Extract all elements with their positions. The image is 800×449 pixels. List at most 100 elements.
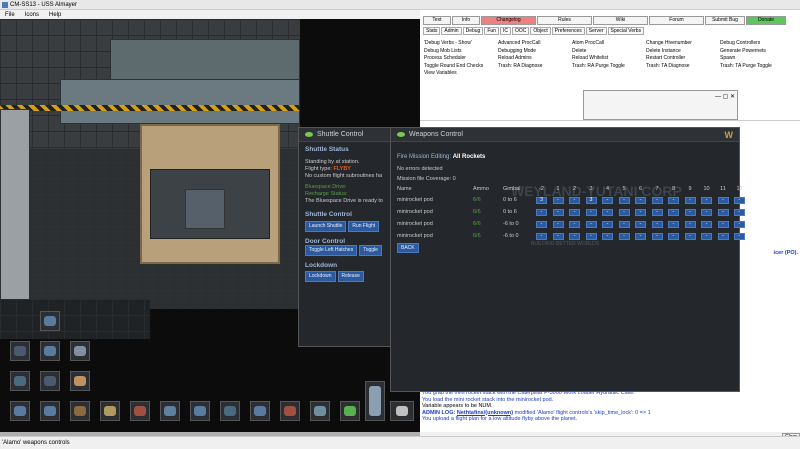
fire-cell[interactable]: -	[602, 221, 613, 228]
fire-cell[interactable]: -	[635, 209, 646, 216]
hud-slot[interactable]	[340, 401, 360, 421]
hud-slot[interactable]	[250, 401, 270, 421]
fire-cell[interactable]: -	[618, 233, 630, 240]
hud-slot[interactable]	[70, 371, 90, 391]
tab-preferences[interactable]: Preferences	[551, 27, 585, 35]
verb-item[interactable]: Delete	[572, 48, 646, 56]
verb-item[interactable]: Process Scheduler	[424, 55, 498, 63]
tab-submit-bug[interactable]: Submit Bug	[705, 16, 745, 25]
fire-cell[interactable]: -	[684, 209, 696, 216]
fire-cell[interactable]: -	[602, 233, 613, 240]
verb-item[interactable]: Trash: RA Purge Toggle	[572, 63, 646, 71]
hud-slot[interactable]	[10, 341, 30, 361]
launch-shuttle-button[interactable]: Launch Shuttle	[305, 221, 347, 232]
tab-info[interactable]: Info	[452, 16, 480, 25]
fire-cell[interactable]: -	[569, 197, 580, 204]
fire-cell[interactable]: -	[717, 233, 729, 240]
hud-slot[interactable]	[40, 311, 60, 331]
fire-cell[interactable]: -	[552, 209, 564, 216]
fire-cell[interactable]: -	[569, 233, 580, 240]
fire-cell[interactable]: -	[684, 197, 696, 204]
menu-icons[interactable]: Icons	[20, 12, 44, 18]
fire-cell[interactable]: -	[701, 209, 712, 216]
fire-cell[interactable]: -	[668, 221, 679, 228]
fire-cell[interactable]: 3	[585, 197, 597, 204]
tab-stats[interactable]: Stats	[423, 27, 441, 35]
fire-cell[interactable]: -	[585, 209, 597, 216]
verb-item[interactable]: Debug Mob Lists	[424, 48, 498, 56]
hud-slot[interactable]	[190, 401, 210, 421]
menu-help[interactable]: Help	[44, 12, 66, 18]
fire-cell[interactable]: -	[602, 209, 613, 216]
fire-cell[interactable]: -	[701, 197, 712, 204]
verb-item[interactable]: Reload Admins	[498, 55, 572, 63]
fire-cell[interactable]: -	[701, 233, 712, 240]
fire-cell[interactable]: -	[684, 233, 696, 240]
weapons-control-header[interactable]: Weapons Control W	[391, 128, 739, 142]
hud-slot[interactable]	[40, 341, 60, 361]
fire-cell[interactable]: -	[585, 221, 597, 228]
fire-cell[interactable]: -	[536, 233, 547, 240]
fire-cell[interactable]: -	[635, 221, 646, 228]
hud-slot[interactable]	[40, 371, 60, 391]
fire-cell[interactable]: -	[734, 197, 745, 204]
hud-slot[interactable]	[280, 401, 300, 421]
tab-rules[interactable]: Rules	[537, 16, 592, 25]
fire-cell[interactable]: -	[717, 209, 729, 216]
verb-item[interactable]: 'Debug Verbs - Show'	[424, 40, 498, 48]
hud-slot[interactable]	[365, 381, 385, 421]
verb-item[interactable]: Delete Instance	[646, 48, 720, 56]
shuttle-control-header[interactable]: Shuttle Control	[299, 128, 392, 142]
verb-item[interactable]: Restart Controller	[646, 55, 720, 63]
tab-admin[interactable]: Admin	[441, 27, 462, 35]
release-button[interactable]: Release	[337, 271, 364, 282]
fire-cell[interactable]: -	[569, 221, 580, 228]
toggle-right-hatches-button[interactable]: Toggle	[359, 245, 382, 256]
tab-ooc[interactable]: OOC	[511, 27, 530, 35]
hud-slot[interactable]	[10, 371, 30, 391]
verb-item[interactable]: Trash: TA Purge Toggle	[720, 63, 794, 71]
hud-slot[interactable]	[100, 401, 120, 421]
fire-cell[interactable]: -	[569, 209, 580, 216]
fire-cell[interactable]: -	[734, 209, 745, 216]
fire-cell[interactable]: -	[651, 197, 663, 204]
verb-item[interactable]: Debug Controllers	[720, 40, 794, 48]
tab-ic[interactable]: IC	[499, 27, 511, 35]
fire-cell[interactable]: -	[536, 209, 547, 216]
tab-special-verbs[interactable]: Special Verbs	[607, 27, 645, 35]
verb-item[interactable]: Reload Whitelist	[572, 55, 646, 63]
fire-cell[interactable]: -	[635, 197, 646, 204]
fire-cell[interactable]: -	[552, 197, 564, 204]
fire-cell[interactable]: -	[618, 209, 630, 216]
fire-cell[interactable]: -	[668, 233, 679, 240]
fire-cell[interactable]: -	[717, 221, 729, 228]
fire-cell[interactable]: -	[585, 233, 597, 240]
tab-object[interactable]: Object	[530, 27, 551, 35]
verb-item[interactable]: Generate Powernets	[720, 48, 794, 56]
tab-text[interactable]: Text	[423, 16, 451, 25]
menu-file[interactable]: File	[0, 12, 20, 18]
back-button[interactable]: BACK	[397, 243, 419, 253]
verb-item[interactable]: Spawn	[720, 55, 794, 63]
hud-slot[interactable]	[130, 401, 150, 421]
hud-slot[interactable]	[310, 401, 330, 421]
hud-slot[interactable]	[160, 401, 180, 421]
tab-server[interactable]: Server	[585, 27, 607, 35]
hud-slot[interactable]	[10, 401, 30, 421]
fire-cell[interactable]: -	[618, 197, 630, 204]
tab-forum[interactable]: Forum	[649, 16, 704, 25]
tab-donate[interactable]: Donate	[746, 16, 786, 25]
fire-cell[interactable]: -	[602, 197, 613, 204]
fire-cell[interactable]: -	[701, 221, 712, 228]
fire-cell[interactable]: -	[635, 233, 646, 240]
hud-slot[interactable]	[70, 401, 90, 421]
fire-cell[interactable]: -	[717, 197, 729, 204]
fire-cell[interactable]: -	[651, 209, 663, 216]
verb-item[interactable]: Trash: RA Diagnose	[498, 63, 572, 71]
hud-slot[interactable]	[40, 401, 60, 421]
fire-cell[interactable]: -	[734, 233, 745, 240]
verb-item[interactable]: View Variables	[424, 70, 498, 78]
tab-wiki[interactable]: Wiki	[593, 16, 648, 25]
fire-cell[interactable]: 3	[536, 197, 547, 204]
verb-item[interactable]: Atom ProcCall	[572, 40, 646, 48]
